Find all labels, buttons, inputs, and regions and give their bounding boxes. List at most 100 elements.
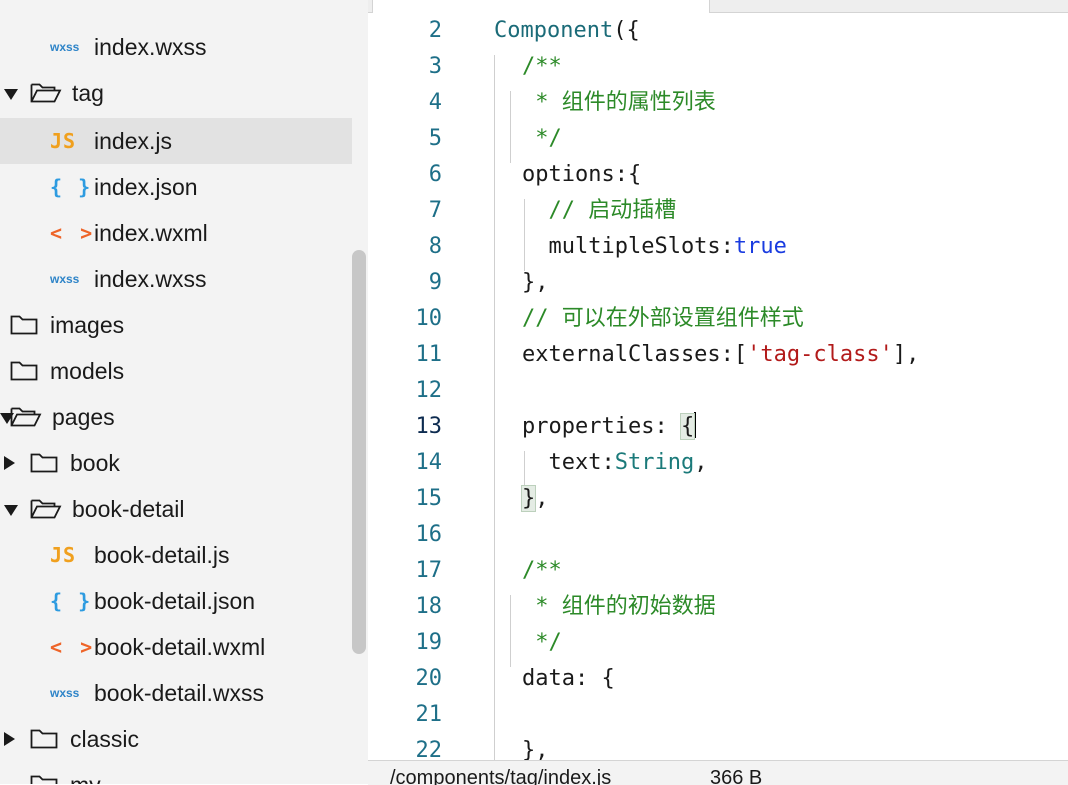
tree-item-label: book-detail.js	[94, 542, 230, 568]
status-file-size: 366 B	[710, 767, 763, 785]
code-token: */	[522, 630, 562, 655]
tree-folder-classic[interactable]: classic	[0, 716, 352, 762]
tree-file-index-json[interactable]: { } index.json	[0, 164, 352, 210]
tree-file-index-wxml[interactable]: < > index.wxml	[0, 210, 352, 256]
folder-icon	[30, 716, 64, 762]
line-number: 22	[415, 738, 443, 760]
code-line[interactable]: multipleSlots:true	[522, 229, 787, 265]
code-token: externalClasses:[	[522, 342, 748, 367]
code-line[interactable]: /**	[522, 49, 562, 85]
code-line[interactable]: */	[522, 121, 562, 157]
line-number: 20	[415, 666, 443, 691]
code-token: properties:	[522, 414, 681, 439]
code-token: },	[522, 270, 549, 295]
indent-guide	[510, 91, 511, 163]
code-line[interactable]: * 组件的初始数据	[522, 589, 716, 625]
code-line[interactable]: },	[522, 733, 549, 760]
code-line[interactable]: options:{	[522, 157, 641, 193]
code-token: }	[520, 485, 537, 512]
line-number: 5	[428, 126, 442, 151]
status-file-path: /components/tag/index.js	[390, 767, 612, 785]
text-cursor	[694, 412, 697, 438]
tree-item-label: index.wxss	[94, 34, 207, 60]
tab-index-js[interactable]	[372, 0, 710, 13]
tree-file-book-detail-wxml[interactable]: < > book-detail.wxml	[0, 624, 352, 670]
sidebar-scrollbar[interactable]	[352, 250, 366, 654]
file-explorer: wxss index.wxss tag JS index.js{ } index.json…	[0, 0, 368, 784]
code-token: /**	[522, 54, 562, 79]
wxss-file-icon: wxss	[50, 40, 80, 54]
tree-folder-pages[interactable]: pages	[0, 394, 352, 440]
tree-item-label: classic	[70, 726, 140, 752]
code-token: ,	[694, 450, 708, 475]
code-token: ],	[892, 342, 920, 367]
wxml-file-icon: < >	[50, 635, 96, 659]
tree-item-label: book-detail.json	[94, 588, 256, 614]
code-token: data: {	[522, 666, 615, 691]
tree-item-label: book-detail	[72, 496, 185, 522]
code-line[interactable]: // 启动插槽	[522, 193, 676, 229]
tree-item-label: models	[50, 358, 125, 384]
code-line[interactable]: Component({	[494, 13, 640, 49]
code-token: },	[522, 738, 549, 760]
tree-file-index-js[interactable]: JS index.js	[0, 118, 352, 164]
line-number: 7	[428, 198, 442, 223]
code-token: multipleSlots:	[522, 234, 734, 259]
wxml-file-icon: < >	[50, 221, 96, 245]
code-token: true	[733, 234, 787, 259]
tree-folder-book-detail[interactable]: book-detail	[0, 486, 352, 532]
js-file-icon: JS	[50, 543, 77, 567]
code-token: options:{	[522, 162, 642, 187]
code-line[interactable]: externalClasses:['tag-class'],	[522, 337, 919, 373]
line-number: 10	[415, 306, 443, 331]
tree-folder-images[interactable]: images	[0, 302, 352, 348]
folder-icon	[30, 440, 64, 486]
folder-icon	[10, 348, 44, 394]
line-number: 17	[415, 558, 443, 583]
expand-arrow-icon[interactable]	[4, 505, 18, 516]
collapse-arrow-icon[interactable]	[4, 456, 15, 470]
code-line[interactable]: data: {	[522, 661, 615, 697]
tree-folder-my[interactable]: my	[0, 762, 352, 784]
status-bar: /components/tag/index.js 366 B	[368, 760, 1068, 785]
line-number: 3	[428, 54, 442, 79]
js-file-icon: JS	[50, 129, 77, 153]
line-number: 21	[415, 702, 443, 727]
collapse-arrow-icon[interactable]	[4, 732, 15, 746]
code-line[interactable]: text:String,	[522, 445, 707, 481]
tree-file-book-detail-json[interactable]: { } book-detail.json	[0, 578, 352, 624]
expand-arrow-icon[interactable]	[4, 89, 18, 100]
code-token: // 可以在外部设置组件样式	[522, 306, 804, 331]
line-number: 11	[415, 342, 443, 367]
code-line[interactable]: */	[522, 625, 562, 661]
tree-file-index-wxss[interactable]: wxss index.wxss	[0, 24, 352, 70]
code-editor[interactable]: 2 Component({3 /** 4 * 组件的属性列表 5 */ 6 options:…	[368, 13, 1068, 760]
code-line[interactable]: properties: {	[522, 409, 697, 445]
wxss-file-icon: wxss	[50, 272, 80, 286]
line-number: 19	[415, 630, 443, 655]
tree-file-book-detail-wxss[interactable]: wxss book-detail.wxss	[0, 670, 352, 716]
code-line[interactable]: /**	[522, 553, 562, 589]
tree-item-label: index.js	[94, 128, 172, 154]
code-line[interactable]: },	[522, 265, 549, 301]
code-line[interactable]: * 组件的属性列表	[522, 85, 716, 121]
code-line[interactable]: },	[520, 481, 549, 517]
tree-file-book-detail-js[interactable]: JS book-detail.js	[0, 532, 352, 578]
line-number: 4	[428, 90, 442, 115]
tree-folder-book[interactable]: book	[0, 440, 352, 486]
line-number: 9	[428, 270, 442, 295]
tree-file-index-wxss[interactable]: wxss index.wxss	[0, 256, 352, 302]
code-token: * 组件的属性列表	[522, 90, 716, 115]
tree-item-label: index.json	[94, 174, 198, 200]
line-number: 12	[415, 378, 443, 403]
folder-icon	[30, 762, 64, 784]
code-token: String	[614, 450, 695, 475]
code-line[interactable]: // 可以在外部设置组件样式	[522, 301, 804, 337]
json-file-icon: { }	[50, 589, 93, 613]
tree-item-label: images	[50, 312, 125, 338]
tree-folder-models[interactable]: models	[0, 348, 352, 394]
line-number: 13	[415, 414, 443, 439]
folder-open-icon	[30, 486, 64, 532]
tree-folder-tag[interactable]: tag	[0, 70, 352, 116]
code-token: Component	[494, 18, 614, 43]
